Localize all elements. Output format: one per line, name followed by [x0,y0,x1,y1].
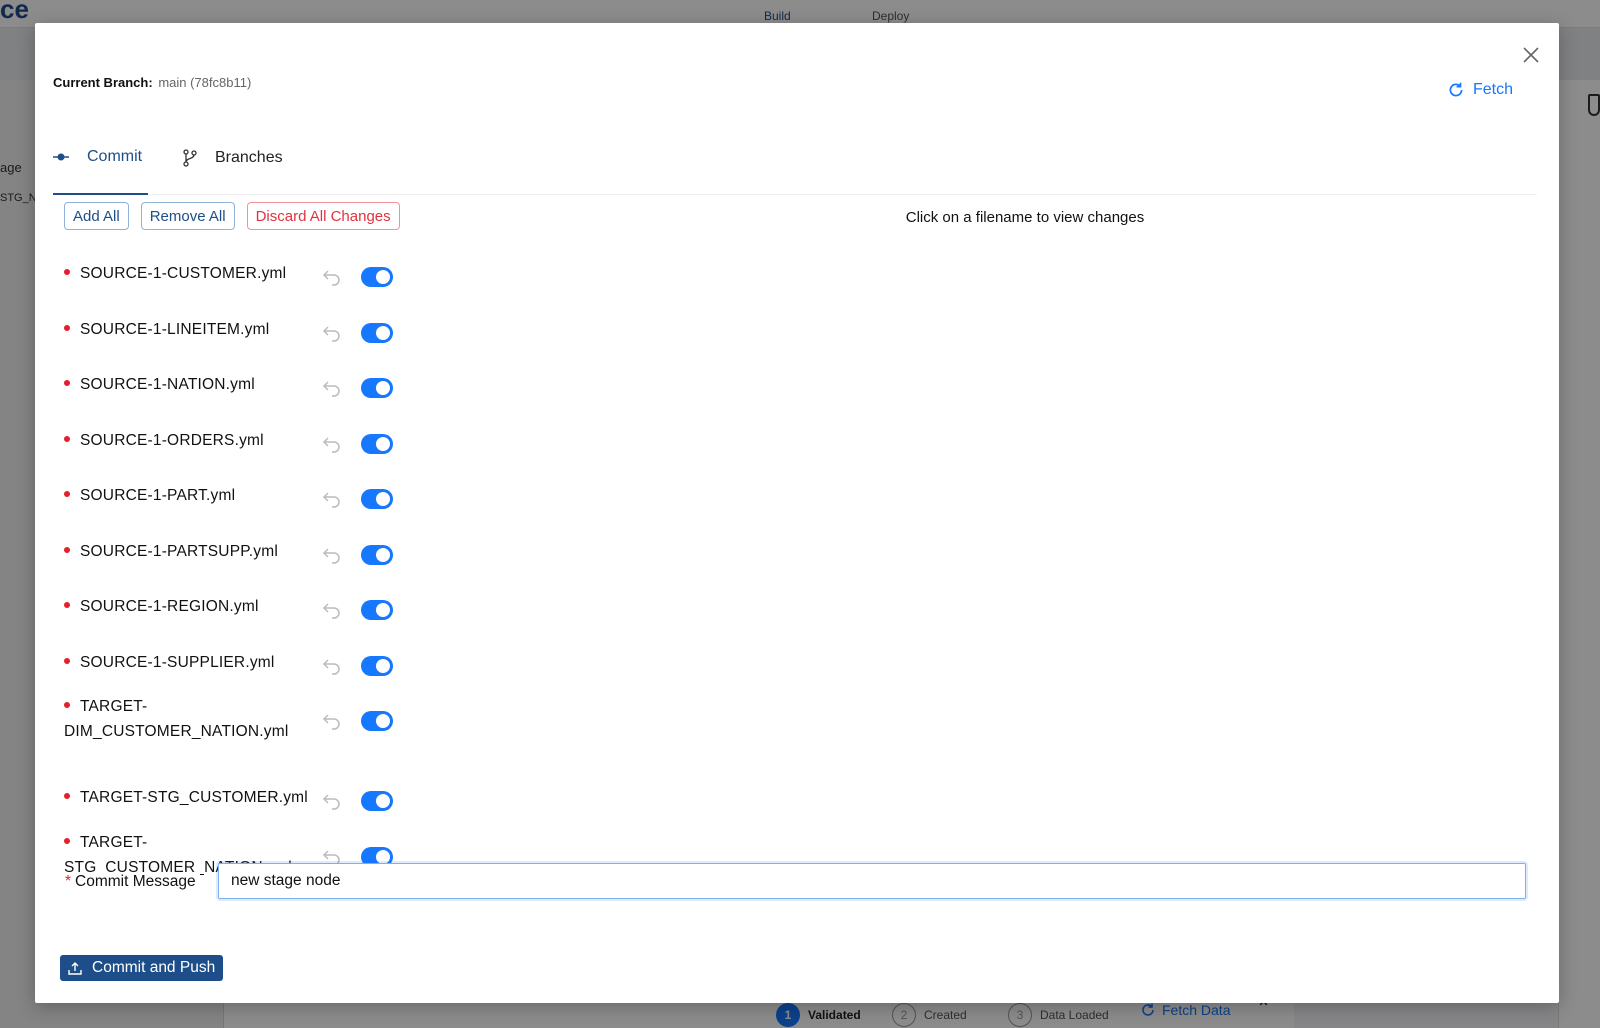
modified-dot-icon [64,546,70,553]
undo-icon[interactable] [320,709,344,733]
modified-dot-icon [64,601,70,608]
file-name[interactable]: TARGET-DIM_CUSTOMER_NATION.yml [64,694,314,744]
close-button[interactable] [1519,43,1543,67]
refresh-icon [1449,82,1463,97]
stage-toggle[interactable] [361,267,393,287]
toggle-knob [376,659,390,673]
git-modal: Current Branch: main (78fc8b11) Fetch Co… [35,23,1559,1003]
stage-toggle[interactable] [361,545,393,565]
branch-icon [183,149,197,167]
undo-icon[interactable] [320,487,344,511]
commit-message-input[interactable] [218,863,1526,899]
branch-label: Current Branch: [53,75,153,90]
fetch-label: Fetch [1472,81,1513,98]
file-name[interactable]: SOURCE-1-SUPPLIER.yml [64,650,314,675]
commit-icon [53,153,69,161]
stage-toggle[interactable] [361,791,393,811]
stage-toggle[interactable] [361,489,393,509]
toggle-knob [376,850,390,864]
toggle-knob [376,437,390,451]
changed-files-list: SOURCE-1-CUSTOMER.yml SOURCE-1-LINEITEM.y… [64,239,414,879]
file-name[interactable]: TARGET-STG_CUSTOMER.yml [64,785,314,810]
file-name[interactable]: SOURCE-1-PARTSUPP.yml [64,539,314,564]
modified-dot-icon [64,435,70,442]
toggle-knob [376,381,390,395]
modified-dot-icon [64,379,70,386]
current-branch: Current Branch: main (78fc8b11) [53,75,251,90]
modified-dot-icon [64,268,70,275]
modified-dot-icon [64,837,70,844]
toggle-knob [376,548,390,562]
undo-icon[interactable] [320,654,344,678]
toggle-knob [376,603,390,617]
stage-toggle[interactable] [361,378,393,398]
undo-icon[interactable] [320,789,344,813]
stage-toggle[interactable] [361,656,393,676]
undo-icon[interactable] [320,265,344,289]
stage-toggle[interactable] [361,711,393,731]
file-name[interactable]: SOURCE-1-CUSTOMER.yml [64,261,314,286]
undo-icon[interactable] [320,432,344,456]
undo-icon[interactable] [320,376,344,400]
toggle-knob [376,270,390,284]
file-name[interactable]: SOURCE-1-REGION.yml [64,594,314,619]
undo-icon[interactable] [320,543,344,567]
modified-dot-icon [64,792,70,799]
undo-icon[interactable] [320,598,344,622]
remove-all-button[interactable]: Remove All [140,202,235,230]
file-name[interactable]: SOURCE-1-NATION.yml [64,372,314,397]
modified-dot-icon [64,324,70,331]
commit-message-label: * Commit Message [65,873,200,891]
diff-hint: Click on a filename to view changes [905,209,1145,226]
commit-and-push-button[interactable]: Commit and Push [60,955,224,981]
add-all-button[interactable]: Add All [64,202,129,230]
stage-toggle[interactable] [361,600,393,620]
modified-dot-icon [64,490,70,497]
file-name[interactable]: SOURCE-1-PART.yml [64,483,314,508]
file-name[interactable]: SOURCE-1-LINEITEM.yml [64,317,314,342]
branch-value: main (78fc8b11) [158,75,252,90]
fetch-button[interactable]: Fetch [1447,81,1513,99]
tab-branches[interactable]: Branches [183,133,283,195]
commit-message-row: * Commit Message [65,863,1545,899]
undo-icon[interactable] [320,321,344,345]
stage-toggle[interactable] [361,434,393,454]
file-name[interactable]: SOURCE-1-ORDERS.yml [64,428,314,453]
tab-branches-label: Branches [215,149,283,166]
tab-commit-label: Commit [87,148,143,165]
toggle-knob [376,714,390,728]
discard-all-button[interactable]: Discard All Changes [246,202,400,230]
close-icon [1523,47,1539,63]
tab-bar: Commit Branches [53,133,1537,195]
stage-toggle[interactable] [361,323,393,343]
modified-dot-icon [64,701,70,708]
modified-dot-icon [64,657,70,664]
toggle-knob [376,492,390,506]
upload-icon [68,962,82,975]
toggle-knob [376,326,390,340]
tab-commit[interactable]: Commit [53,133,148,195]
action-buttons: Add All Remove All Discard All Changes [64,202,400,230]
toggle-knob [376,794,390,808]
